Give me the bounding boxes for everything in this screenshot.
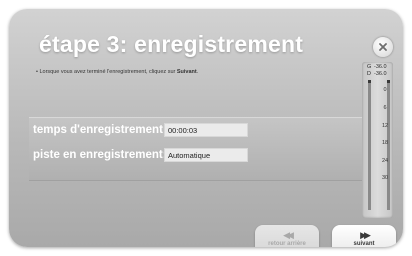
recording-time-label: temps d'enregistrement: [33,124,167,136]
recording-track-label: piste en enregistrement: [33,149,167,161]
meter-left-label: G [367,64,372,70]
meter-tick: 18 [381,140,389,146]
meter-right-peak [387,80,390,83]
fast-forward-icon: ▶▶ [360,230,371,240]
instruction-bullet: • [36,69,38,75]
instruction-sentence: Lorsque vous avez terminé l'enregistreme… [39,69,176,75]
back-button[interactable]: ◀◀ retour arrière [255,225,319,247]
instruction-next-word: Suivant [176,69,197,75]
meter-left-peak [368,80,371,83]
close-button[interactable] [373,37,393,57]
meter-tick: 6 [383,105,387,111]
recording-time-field: 00:00:03 [164,123,248,137]
rewind-icon: ◀◀ [283,230,294,240]
close-icon [379,43,387,51]
meter-tick: 0 [383,87,387,93]
meter-left-bar [368,80,371,210]
instruction-text: • Lorsque vous avez terminé l'enregistre… [36,69,198,75]
dialog-title: étape 3: enregistrement [39,31,304,57]
instruction-end: . [196,69,199,75]
recording-dialog: étape 3: enregistrement • Lorsque vous a… [9,9,403,247]
meter-tick: 30 [381,175,389,181]
recording-track-field: Automatique [164,148,248,162]
meter-tick: 24 [381,158,389,164]
meter-left-value: -36.0 [374,64,387,70]
meter-right-label: D [367,71,371,77]
meter-tick: 12 [381,123,389,129]
next-button[interactable]: ▶▶ suivant [332,225,396,247]
next-button-label: suivant [353,241,375,247]
meter-right-value: -36.0 [374,71,387,77]
back-button-label: retour arrière [268,241,306,247]
